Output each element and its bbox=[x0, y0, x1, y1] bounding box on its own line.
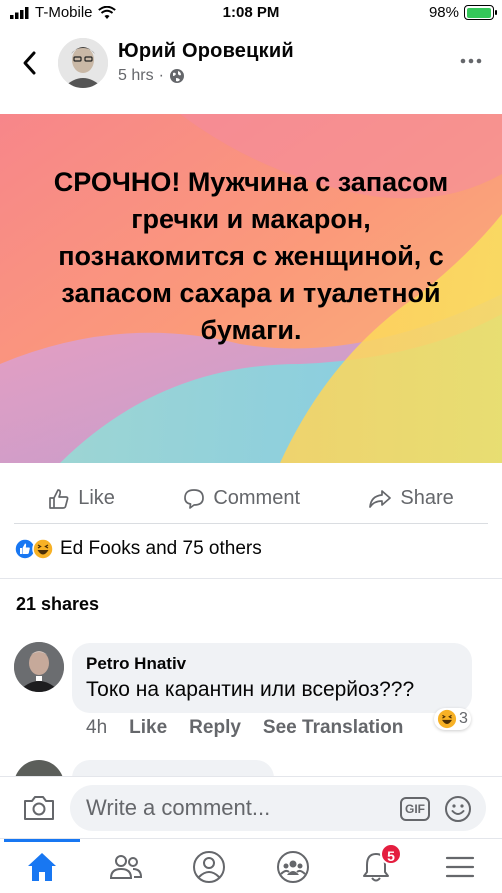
friends-icon[interactable] bbox=[108, 849, 144, 885]
battery-percent: 98% bbox=[428, 4, 459, 21]
comment-reaction-count: 3 bbox=[459, 710, 468, 727]
battery-icon bbox=[464, 5, 497, 20]
like-button[interactable]: Like bbox=[48, 487, 115, 510]
share-icon bbox=[369, 489, 392, 508]
comment-time: 4h bbox=[86, 717, 108, 738]
thumbs-up-icon bbox=[49, 488, 69, 509]
back-icon[interactable] bbox=[18, 48, 42, 78]
comment-actions: 4h Like Reply See Translation bbox=[86, 717, 403, 739]
share-button[interactable]: Share bbox=[368, 487, 454, 510]
comment-reply-button[interactable]: Reply bbox=[189, 717, 241, 739]
active-tab-indicator bbox=[4, 839, 80, 842]
gif-button[interactable]: GIF bbox=[400, 797, 430, 821]
tab-bar: 5 bbox=[0, 838, 502, 893]
commenter-photo bbox=[14, 642, 64, 692]
comment-composer: GIF bbox=[0, 776, 502, 838]
menu-icon[interactable] bbox=[442, 849, 478, 885]
battery-group: 98% bbox=[428, 4, 497, 21]
comment-reactions[interactable]: 3 bbox=[434, 708, 471, 730]
status-time: 1:08 PM bbox=[222, 4, 280, 21]
comment-button[interactable]: Comment bbox=[183, 487, 300, 510]
like-label: Like bbox=[78, 487, 115, 509]
profile-icon[interactable] bbox=[191, 849, 227, 885]
post-meta: 5 hrs · bbox=[118, 67, 185, 85]
see-translation-button[interactable]: See Translation bbox=[263, 717, 403, 739]
commenter-avatar[interactable] bbox=[14, 642, 64, 692]
comment-label: Comment bbox=[213, 487, 301, 509]
shares-count[interactable]: 21 shares bbox=[16, 594, 99, 615]
camera-icon[interactable] bbox=[22, 793, 56, 823]
post-actions: Like Comment Share bbox=[14, 474, 488, 524]
commenter-name[interactable]: Petro Hnativ bbox=[86, 654, 458, 674]
author-avatar[interactable] bbox=[58, 38, 108, 88]
globe-icon bbox=[169, 69, 184, 83]
reaction-icons bbox=[14, 538, 54, 560]
share-label: Share bbox=[400, 487, 454, 509]
groups-icon[interactable] bbox=[275, 849, 311, 885]
post-time[interactable]: 5 hrs bbox=[118, 67, 154, 85]
haha-reaction-icon bbox=[437, 709, 457, 729]
meta-separator: · bbox=[158, 67, 164, 84]
notifications-badge: 5 bbox=[380, 843, 402, 865]
home-icon[interactable] bbox=[24, 849, 60, 885]
author-name[interactable]: Юрий Оровецкий bbox=[118, 40, 294, 63]
post-image[interactable]: СРОЧНО! Мужчина с запасом гречки и макар… bbox=[0, 114, 502, 463]
reactions-summary[interactable]: Ed Fooks and 75 others bbox=[14, 538, 262, 560]
comment-like-button[interactable]: Like bbox=[129, 717, 167, 739]
comment-bubble: Petro Hnativ Токо на карантин или всерйо… bbox=[72, 643, 472, 713]
comment-text: Токо на карантин или всерйоз??? bbox=[86, 678, 415, 701]
emoji-icon[interactable] bbox=[443, 794, 473, 824]
divider bbox=[0, 578, 502, 579]
battery-fill bbox=[466, 7, 491, 18]
author-photo bbox=[58, 38, 108, 88]
comment-icon bbox=[184, 488, 205, 509]
more-options-icon[interactable] bbox=[458, 52, 484, 70]
status-bar: T-Mobile 1:08 PM 98% bbox=[0, 0, 502, 26]
haha-reaction-icon bbox=[32, 538, 54, 560]
reactions-text: Ed Fooks and 75 others bbox=[60, 538, 262, 559]
post-image-text: СРОЧНО! Мужчина с запасом гречки и макар… bbox=[53, 167, 449, 345]
post-header: Юрий Оровецкий 5 hrs · bbox=[0, 30, 502, 108]
